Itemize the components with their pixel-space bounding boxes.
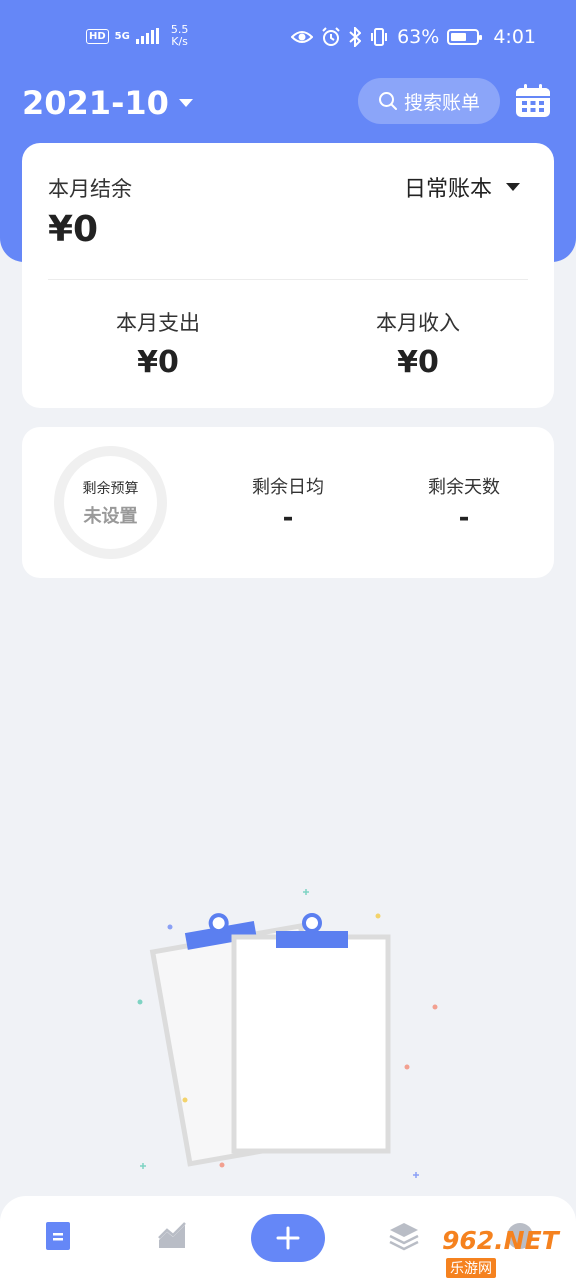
- add-record-button[interactable]: [251, 1214, 325, 1262]
- budget-ring-label: 剩余预算: [82, 480, 139, 497]
- calendar-icon[interactable]: [515, 84, 551, 118]
- monthly-summary-card: 本月结余 ¥0 日常账本 本月支出 ¥0 本月收入 ¥0: [22, 143, 554, 408]
- daily-average-label: 剩余日均: [252, 477, 324, 498]
- watermark-brand: 962.NET: [442, 1226, 559, 1255]
- chart-icon: [158, 1222, 186, 1248]
- status-bar: HD 5G 5.5 K/s 63% 4:01: [0, 0, 576, 72]
- signal-icon: [135, 28, 159, 44]
- income-value: ¥0: [397, 345, 439, 380]
- account-book-selector[interactable]: 日常账本: [404, 171, 520, 203]
- search-button[interactable]: 搜索账单: [358, 78, 500, 124]
- income-label: 本月收入: [376, 311, 460, 335]
- tab-charts[interactable]: [153, 1216, 193, 1256]
- balance-label: 本月结余: [48, 177, 132, 201]
- network-label: 5G: [114, 30, 130, 42]
- layers-icon: [389, 1223, 419, 1251]
- remaining-days-label: 剩余天数: [428, 477, 500, 498]
- search-label: 搜索账单: [403, 91, 480, 114]
- alarm-icon: [322, 27, 340, 46]
- balance-value: ¥0: [48, 209, 99, 250]
- plus-icon: [276, 1226, 300, 1250]
- daily-average-column: 剩余日均 -: [208, 473, 368, 533]
- caret-down-icon: [178, 99, 193, 107]
- clock: 4:01: [493, 26, 536, 48]
- bluetooth-icon: [349, 27, 362, 47]
- watermark-logo: 962.NET 乐游网: [440, 1222, 576, 1280]
- battery-percent: 63%: [397, 26, 440, 48]
- vibrate-icon: [371, 28, 388, 46]
- budget-ring[interactable]: 剩余预算 未设置: [54, 446, 167, 559]
- divider: [48, 279, 528, 280]
- month-selector[interactable]: 2021-10: [22, 84, 193, 122]
- expense-label: 本月支出: [116, 311, 200, 335]
- account-book-label: 日常账本: [403, 177, 492, 202]
- expense-value: ¥0: [137, 345, 179, 380]
- search-icon: [378, 92, 397, 110]
- empty-clipboard-illustration: [137, 889, 438, 1178]
- network-speed: 5.5 K/s: [171, 24, 189, 48]
- battery-icon: [447, 29, 483, 45]
- caret-down-icon: [506, 183, 520, 191]
- month-label: 2021-10: [22, 84, 169, 122]
- tab-bills[interactable]: [38, 1216, 78, 1256]
- speed-unit: K/s: [171, 35, 188, 48]
- budget-card[interactable]: 剩余预算 未设置 剩余日均 - 剩余天数 -: [22, 427, 554, 578]
- document-icon: [46, 1222, 70, 1250]
- income-column: 本月收入 ¥0: [318, 307, 518, 380]
- daily-average-value: -: [282, 503, 294, 533]
- budget-ring-status: 未设置: [83, 505, 138, 527]
- eye-icon: [291, 31, 314, 43]
- top-toolbar: 2021-10 搜索账单: [0, 76, 576, 132]
- expense-column: 本月支出 ¥0: [58, 307, 258, 380]
- status-right: 63% 4:01: [291, 26, 536, 48]
- watermark-sub: 乐游网: [446, 1258, 496, 1278]
- remaining-days-column: 剩余天数 -: [384, 473, 544, 533]
- tab-assets[interactable]: [384, 1216, 424, 1256]
- hd-badge: HD: [86, 28, 109, 44]
- remaining-days-value: -: [458, 503, 470, 533]
- status-left: HD 5G 5.5 K/s: [86, 24, 188, 48]
- battery-fill: [451, 33, 467, 41]
